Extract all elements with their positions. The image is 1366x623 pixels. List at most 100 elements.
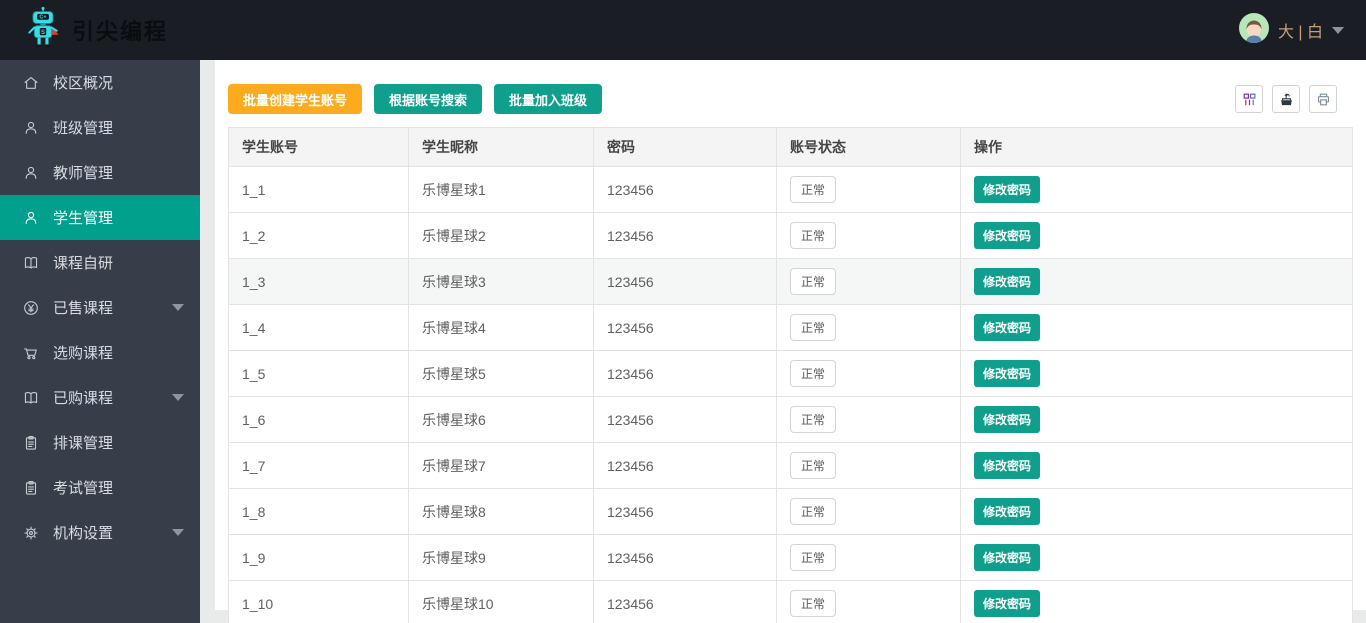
chevron-down-icon: [1332, 27, 1344, 34]
cell-nickname: 乐博星球5: [409, 351, 594, 397]
cell-password: 123456: [594, 305, 777, 351]
change-password-button[interactable]: 修改密码: [974, 498, 1040, 525]
cell-nickname: 乐博星球1: [409, 167, 594, 213]
table-row: 1_8 乐博星球8 123456 正常 修改密码: [229, 489, 1353, 535]
print-icon[interactable]: [1309, 85, 1337, 113]
sidebar-item[interactable]: 教师管理: [0, 150, 200, 195]
sidebar-item[interactable]: 课程自研: [0, 240, 200, 285]
table-header-row: 学生账号 学生昵称 密码 账号状态 操作: [229, 128, 1353, 167]
sidebar-item[interactable]: 机构设置: [0, 510, 200, 555]
cell-account: 1_7: [229, 443, 409, 489]
change-password-button[interactable]: 修改密码: [974, 406, 1040, 433]
status-badge[interactable]: 正常: [790, 176, 836, 203]
status-badge[interactable]: 正常: [790, 314, 836, 341]
book-icon: [22, 254, 40, 272]
cell-account: 1_9: [229, 535, 409, 581]
yen-circle-icon: [22, 299, 40, 317]
status-badge[interactable]: 正常: [790, 222, 836, 249]
sidebar-item[interactable]: 选购课程: [0, 330, 200, 375]
status-badge[interactable]: 正常: [790, 452, 836, 479]
change-password-button[interactable]: 修改密码: [974, 268, 1040, 295]
sidebar-item[interactable]: 校区概况: [0, 60, 200, 105]
cell-password: 123456: [594, 397, 777, 443]
columns-icon[interactable]: [1235, 85, 1263, 113]
cell-password: 123456: [594, 443, 777, 489]
main-content: 批量创建学生账号 根据账号搜索 批量加入班级: [200, 60, 1366, 623]
cart-icon: [22, 344, 40, 362]
table-row: 1_6 乐博星球6 123456 正常 修改密码: [229, 397, 1353, 443]
content-card: 批量创建学生账号 根据账号搜索 批量加入班级: [215, 60, 1366, 610]
cell-nickname: 乐博星球2: [409, 213, 594, 259]
sidebar-item-label: 校区概况: [53, 72, 113, 93]
sidebar-item[interactable]: 已售课程: [0, 285, 200, 330]
status-badge[interactable]: 正常: [790, 406, 836, 433]
status-badge[interactable]: 正常: [790, 360, 836, 387]
change-password-button[interactable]: 修改密码: [974, 314, 1040, 341]
cell-password: 123456: [594, 489, 777, 535]
batch-join-class-button[interactable]: 批量加入班级: [494, 84, 602, 114]
column-header-actions: 操作: [961, 128, 1353, 167]
sidebar-item-label: 已售课程: [53, 297, 113, 318]
cell-password: 123456: [594, 167, 777, 213]
gear-icon: [22, 524, 40, 542]
status-badge[interactable]: 正常: [790, 268, 836, 295]
user-icon: [22, 164, 40, 182]
table-row: 1_4 乐博星球4 123456 正常 修改密码: [229, 305, 1353, 351]
clipboard-icon: [22, 479, 40, 497]
sidebar-item-label: 选购课程: [53, 342, 113, 363]
svg-text:C+: C+: [39, 14, 46, 20]
change-password-button[interactable]: 修改密码: [974, 222, 1040, 249]
change-password-button[interactable]: 修改密码: [974, 452, 1040, 479]
cell-nickname: 乐博星球8: [409, 489, 594, 535]
table-tools: [1235, 85, 1337, 113]
status-badge[interactable]: 正常: [790, 498, 836, 525]
user-menu[interactable]: 大 | 白: [1239, 13, 1344, 48]
sidebar-item-label: 班级管理: [53, 117, 113, 138]
cell-account: 1_3: [229, 259, 409, 305]
toolbar: 批量创建学生账号 根据账号搜索 批量加入班级: [228, 60, 1353, 114]
cell-password: 123456: [594, 259, 777, 305]
cell-password: 123456: [594, 535, 777, 581]
sidebar-item[interactable]: 排课管理: [0, 420, 200, 465]
cell-password: 123456: [594, 351, 777, 397]
search-by-account-button[interactable]: 根据账号搜索: [374, 84, 482, 114]
change-password-button[interactable]: 修改密码: [974, 544, 1040, 571]
svg-text:S: S: [41, 30, 45, 36]
change-password-button[interactable]: 修改密码: [974, 176, 1040, 203]
cell-nickname: 乐博星球3: [409, 259, 594, 305]
table-row: 1_2 乐博星球2 123456 正常 修改密码: [229, 213, 1353, 259]
cell-password: 123456: [594, 213, 777, 259]
column-header-nickname: 学生昵称: [409, 128, 594, 167]
batch-create-students-button[interactable]: 批量创建学生账号: [228, 84, 362, 114]
cell-nickname: 乐博星球4: [409, 305, 594, 351]
cell-account: 1_10: [229, 581, 409, 623]
sidebar-item-label: 教师管理: [53, 162, 113, 183]
cell-nickname: 乐博星球10: [409, 581, 594, 623]
cell-nickname: 乐博星球7: [409, 443, 594, 489]
cell-account: 1_2: [229, 213, 409, 259]
column-header-account: 学生账号: [229, 128, 409, 167]
user-icon: [22, 119, 40, 137]
home-icon: [22, 74, 40, 92]
sidebar-item-label: 学生管理: [53, 207, 113, 228]
chevron-down-icon: [172, 394, 184, 401]
sidebar-item[interactable]: 已购课程: [0, 375, 200, 420]
change-password-button[interactable]: 修改密码: [974, 590, 1040, 617]
brand: C+ S 引尖编程: [22, 5, 168, 56]
change-password-button[interactable]: 修改密码: [974, 360, 1040, 387]
export-icon[interactable]: [1272, 85, 1300, 113]
brand-name: 引尖编程: [72, 14, 168, 46]
sidebar-item-label: 课程自研: [53, 252, 113, 273]
sidebar-item[interactable]: 考试管理: [0, 465, 200, 510]
table-row: 1_7 乐博星球7 123456 正常 修改密码: [229, 443, 1353, 489]
status-badge[interactable]: 正常: [790, 544, 836, 571]
user-icon: [22, 209, 40, 227]
status-badge[interactable]: 正常: [790, 590, 836, 617]
cell-password: 123456: [594, 581, 777, 623]
sidebar-item[interactable]: 班级管理: [0, 105, 200, 150]
sidebar-item-label: 考试管理: [53, 477, 113, 498]
table-row: 1_3 乐博星球3 123456 正常 修改密码: [229, 259, 1353, 305]
sidebar-item[interactable]: 学生管理: [0, 195, 200, 240]
table-row: 1_10 乐博星球10 123456 正常 修改密码: [229, 581, 1353, 623]
book-icon: [22, 389, 40, 407]
